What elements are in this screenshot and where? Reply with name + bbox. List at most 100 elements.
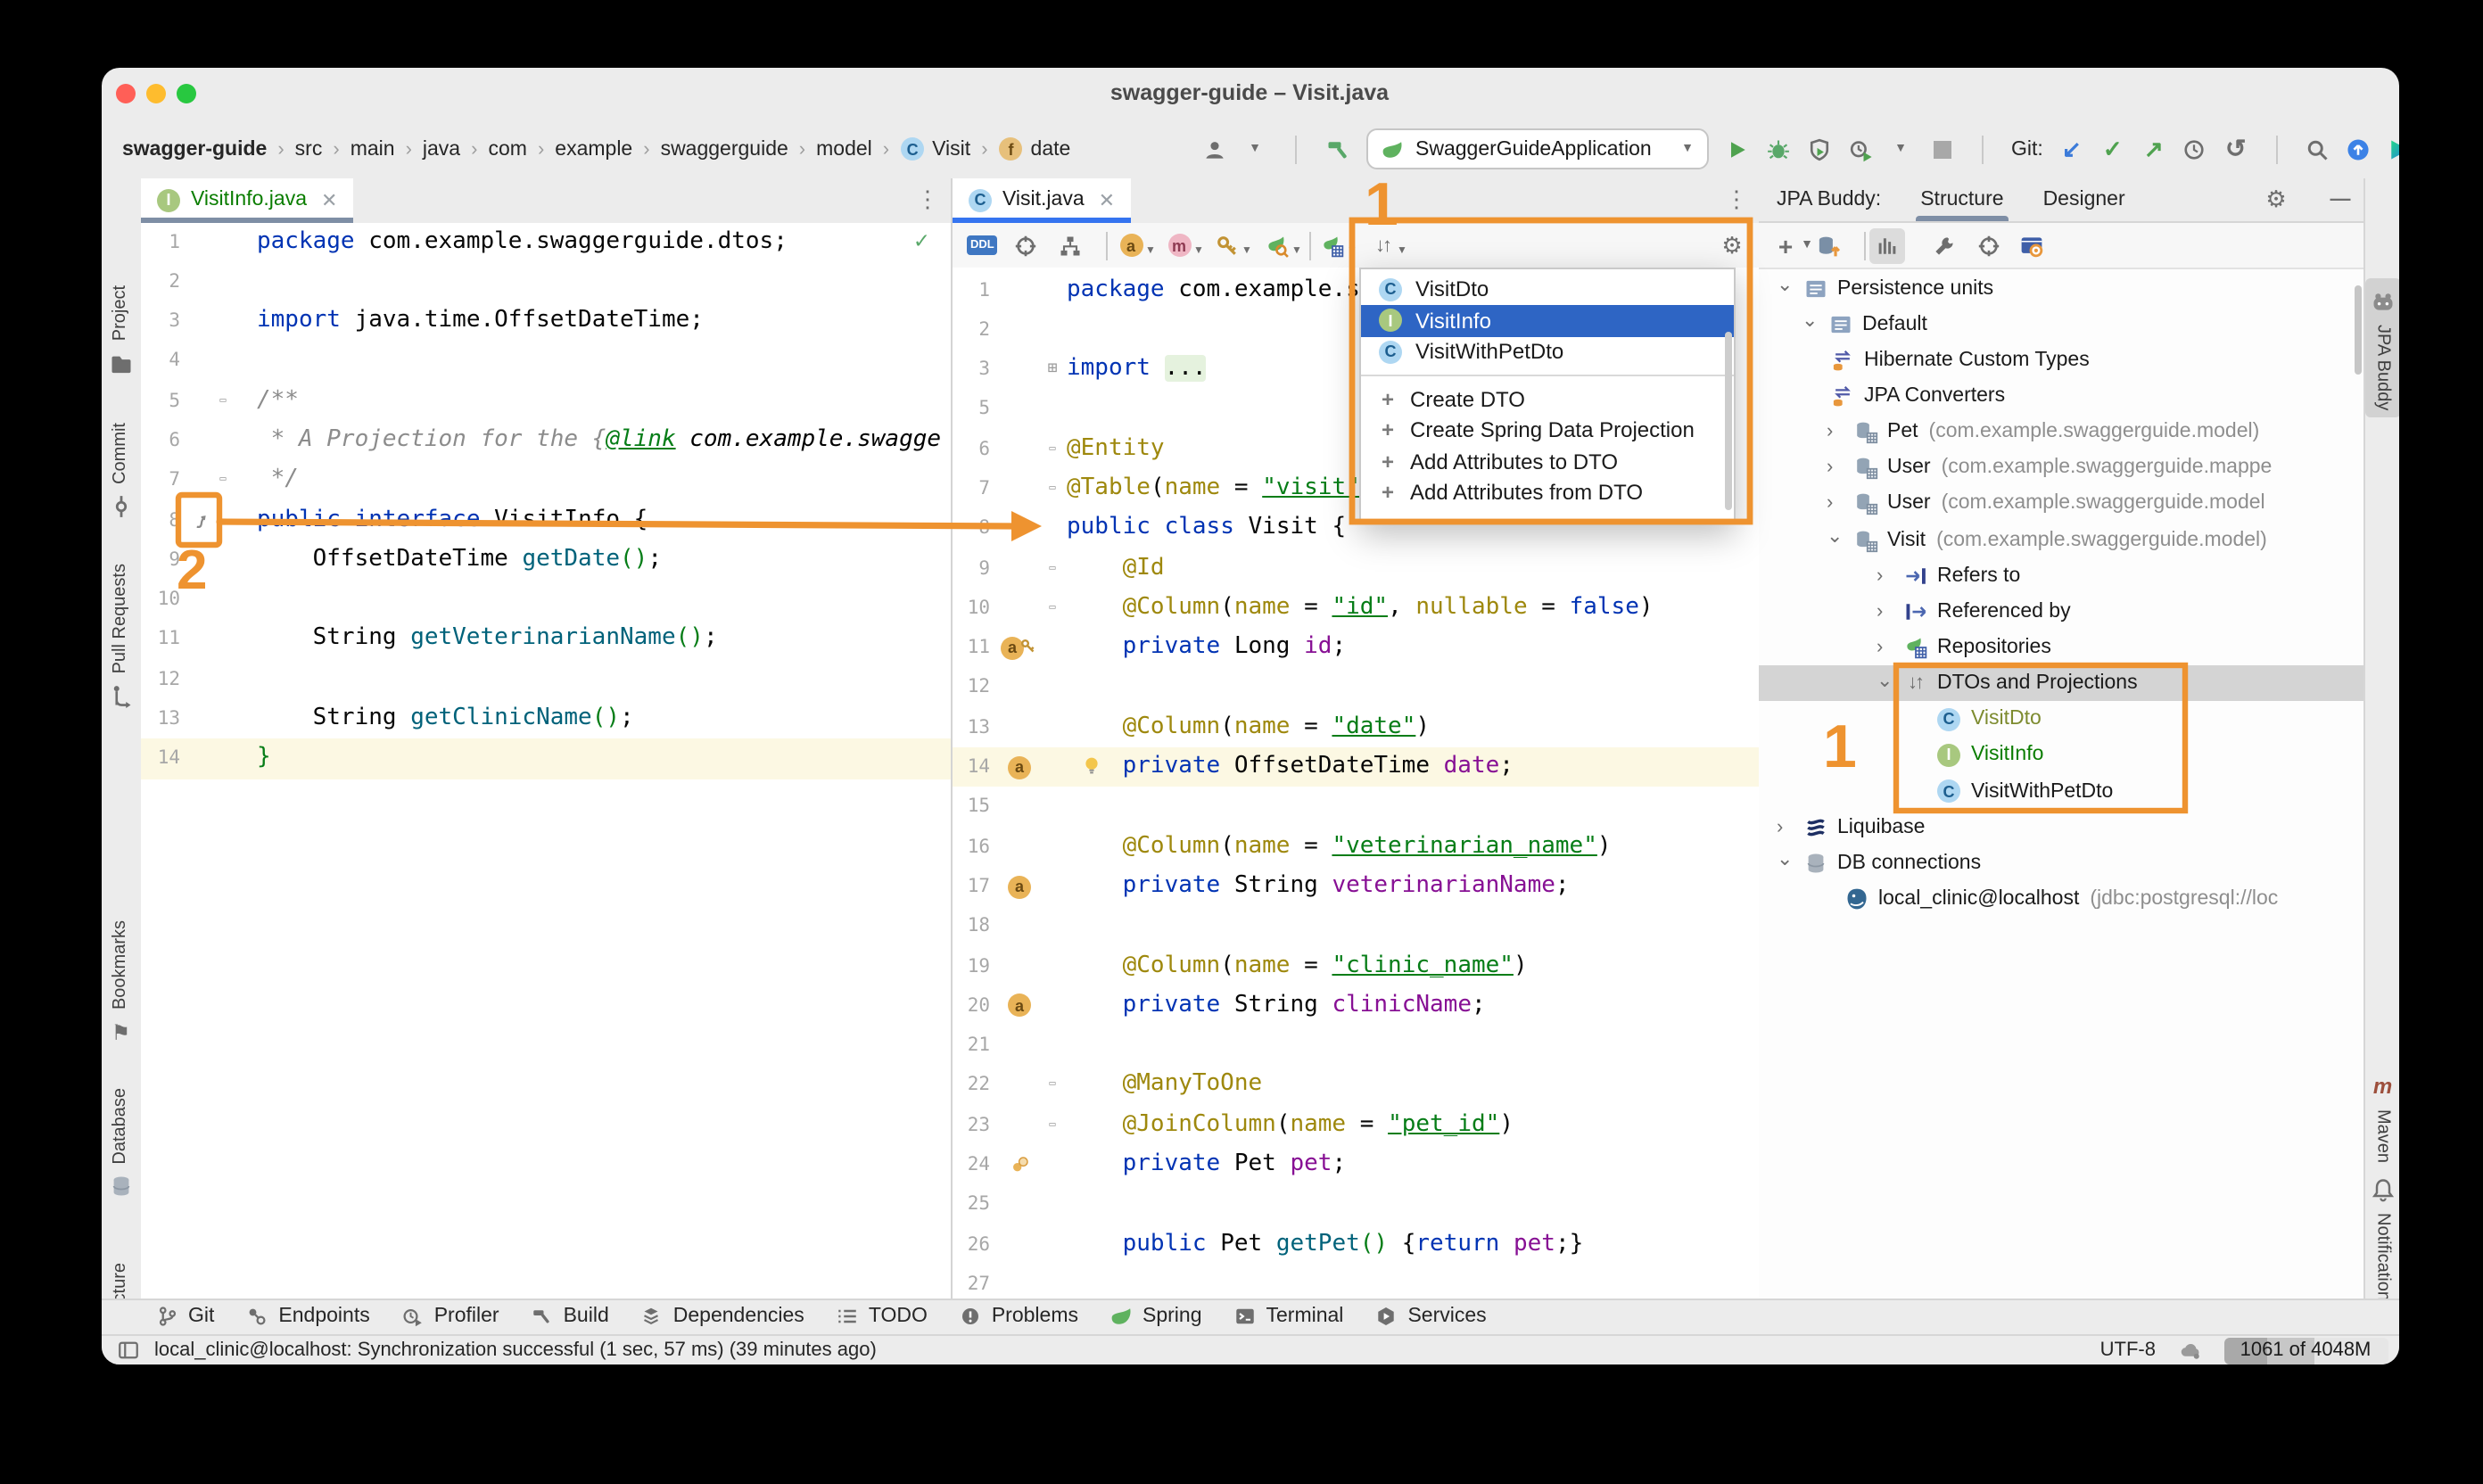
tab-designer[interactable]: Designer (2043, 177, 2125, 221)
fold-marker[interactable]: ▭ (1044, 1066, 1061, 1106)
tree-row-liquibase[interactable]: › Liquibase (1759, 809, 2363, 845)
editor-toolbar-ddl[interactable]: DDL (967, 229, 998, 261)
code-line-visitinfo-4[interactable]: 4 (141, 342, 950, 382)
breadcrumb-item-example[interactable]: example (555, 138, 632, 160)
code-line-visit-22[interactable]: 22 ▭ @ManyToOne (953, 1066, 1759, 1106)
toolwindow-stripe-jpa-buddy[interactable]: JPA Buddy (2365, 277, 2398, 417)
code-line-visitinfo-5[interactable]: 5 ▭/** (141, 381, 950, 421)
chevron-right-icon[interactable]: › (1877, 601, 1900, 622)
chevron-down-icon[interactable]: ⌄ (1802, 309, 1825, 332)
toolbox-icon[interactable] (2388, 133, 2398, 165)
panel-toolbar-bars[interactable] (1869, 227, 1905, 263)
chevron-right-icon[interactable]: › (1827, 493, 1850, 515)
tree-row-visitwithpetdto[interactable]: C VisitWithPetDto (1759, 773, 2363, 809)
breadcrumb-item-swagger-guide[interactable]: swagger-guide (122, 138, 267, 160)
code-line-visit-21[interactable]: 21 (953, 1026, 1759, 1066)
badge-a-icon[interactable]: a (1007, 870, 1032, 903)
breadcrumb-item-java[interactable]: java (423, 138, 460, 160)
toolwindow-button-services[interactable]: Services (1373, 1300, 1487, 1332)
editor-toolbar-badge-a[interactable]: a ▼ (1118, 229, 1156, 261)
tree-row-visitinfo[interactable]: I VisitInfo (1759, 738, 2363, 773)
panel-toolbar-win-eye[interactable] (2019, 229, 2044, 261)
fold-marker[interactable]: ▭ (1044, 429, 1061, 469)
bars-icon[interactable] (1875, 229, 1900, 261)
push-icon[interactable]: ↗ (2141, 133, 2166, 165)
code-line-visit-9[interactable]: 9 ▭ @Id (953, 548, 1759, 589)
code-line-visitinfo-11[interactable]: 11 String getVeterinarianName(); (141, 620, 950, 660)
tree-row-dtos-and-projections[interactable]: ⌄ ↓↑ DTOs and Projections (1759, 665, 2363, 702)
popup-item-VisitWithPetDto[interactable]: C VisitWithPetDto (1360, 336, 1733, 367)
layout-icon[interactable] (115, 1335, 140, 1365)
db-up-icon[interactable] (1816, 229, 1841, 261)
intention-bulb-icon[interactable] (1081, 754, 1102, 776)
code-line-visitinfo-2[interactable]: 2 (141, 262, 950, 302)
inspections-ok-icon[interactable]: ✓ (914, 222, 928, 262)
file-encoding[interactable]: UTF-8 (2100, 1340, 2156, 1362)
toolwindow-stripe-bookmarks[interactable]: Bookmarks ⚑ (101, 919, 141, 1048)
key-icon[interactable] (1215, 229, 1240, 261)
toolwindow-button-build[interactable]: Build (530, 1300, 609, 1332)
divider-icon[interactable] (1093, 229, 1118, 261)
toolwindow-stripe-notifications[interactable]: Notifications (2365, 1173, 2398, 1309)
toolwindow-stripe-maven[interactable]: m Maven (2365, 1069, 2398, 1162)
snav-icon[interactable] (188, 504, 213, 536)
code-line-visitinfo-1[interactable]: 1 package com.example.swaggerguide.dtos; ✓ (141, 222, 950, 262)
badge-a-icon[interactable]: a (1118, 229, 1143, 261)
popup-scrollbar[interactable] (1725, 332, 1731, 510)
code-line-visit-26[interactable]: 26 public Pet getPet() {return pet;} (953, 1224, 1759, 1265)
chevron-down-icon[interactable]: ⌄ (1777, 273, 1800, 296)
code-line-visit-24[interactable]: 24 private Pet pet; (953, 1145, 1759, 1185)
leaf-table-icon[interactable] (1320, 229, 1345, 261)
toolwindow-stripe-project[interactable]: Project (101, 284, 141, 379)
dropdown-icon[interactable]: ▼ (1888, 133, 1913, 165)
code-line-visit-20[interactable]: 20 a private String clinicName; (953, 986, 1759, 1026)
popup-item-VisitDto[interactable]: C VisitDto (1360, 274, 1733, 305)
fold-marker[interactable]: ▭ (1044, 548, 1061, 589)
popup-item-VisitInfo[interactable]: I VisitInfo (1360, 305, 1733, 336)
toolwindow-button-spring[interactable]: Spring (1109, 1300, 1202, 1332)
code-line-visit-15[interactable]: 15 (953, 787, 1759, 828)
code-line-visitinfo-13[interactable]: 13 String getClinicName(); (141, 699, 950, 739)
code-line-visit-17[interactable]: 17 a private String veterinarianName; (953, 867, 1759, 907)
tree-row-local-clinic-localhost[interactable]: local_clinic@localhost (jdbc:postgresql:/… (1759, 881, 2363, 917)
editor-toolbar-key[interactable]: ▼ (1215, 229, 1252, 261)
panel-hide-icon[interactable]: — (2328, 183, 2353, 215)
editor-toolbar-divider[interactable] (1297, 229, 1322, 261)
toolwindow-stripe-commit[interactable]: Commit (101, 422, 141, 523)
fold-marker[interactable]: ▭ (1044, 589, 1061, 629)
tab-structure[interactable]: Structure (1915, 177, 2009, 221)
wrench-icon[interactable] (1932, 229, 1957, 261)
panel-toolbar-wrench[interactable] (1932, 229, 1957, 261)
editor-toolbar-sort[interactable]: ↓↑ ▼ (1370, 229, 1407, 261)
code-line-visit-25[interactable]: 25 (953, 1185, 1759, 1225)
popup-action-add-attributes-from-dto[interactable]: + Add Attributes from DTO (1360, 477, 1733, 508)
close-tab-icon[interactable]: ✕ (321, 188, 337, 211)
code-line-visit-18[interactable]: 18 (953, 907, 1759, 947)
code-line-visitinfo-10[interactable]: 10 (141, 580, 950, 620)
run-configuration-select[interactable]: SwaggerGuideApplication ▼ (1365, 128, 1708, 169)
chevron-right-icon[interactable]: › (1827, 421, 1850, 442)
code-line-visitinfo-14[interactable]: 14} (141, 738, 950, 779)
tree-row-refers-to[interactable]: › Refers to (1759, 557, 2363, 593)
dropdown-icon[interactable]: ▼ (1242, 133, 1267, 165)
chevron-down-icon[interactable]: ⌄ (1877, 668, 1900, 691)
badge-m-icon[interactable]: m (1167, 229, 1192, 261)
chevron-right-icon[interactable]: › (1877, 637, 1900, 658)
toolwindow-button-terminal[interactable]: Terminal (1233, 1300, 1343, 1332)
code-line-visit-10[interactable]: 10 ▭ @Column(name = "id", nullable = fals… (953, 589, 1759, 629)
fold-marker[interactable]: ▭ (1044, 1105, 1061, 1145)
dbtable-icon[interactable] (1007, 513, 1032, 545)
popup-action-create-spring-data-projection[interactable]: + Create Spring Data Projection (1360, 415, 1733, 446)
toolwindow-button-problems[interactable]: Problems (958, 1300, 1078, 1332)
stop-icon[interactable] (1929, 133, 1954, 165)
fold-marker[interactable]: ▭ (216, 381, 230, 421)
hierarchy-icon[interactable] (1058, 229, 1083, 261)
editor-toolbar-leaf-table[interactable]: ▼ (1320, 229, 1357, 261)
fold-marker[interactable]: ⊞ (1044, 350, 1061, 390)
tree-row-referenced-by[interactable]: › Referenced by (1759, 594, 2363, 630)
memory-indicator[interactable]: 1061 of 4048M (2223, 1337, 2388, 1364)
breadcrumb-item-src[interactable]: src (295, 138, 323, 160)
editor-toolbar-gear[interactable]: ⚙ (1720, 229, 1745, 261)
update-project-icon[interactable]: ↙ (2059, 133, 2084, 165)
breadcrumb-item-model[interactable]: model (816, 138, 872, 160)
